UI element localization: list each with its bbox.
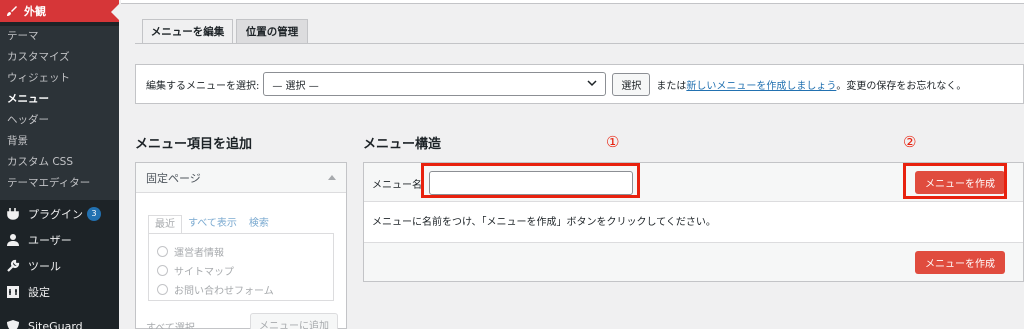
pages-panel: 固定ページ 最近 すべて表示 検索 運営者情報 サイトマップ お問い合わせフォー… (135, 162, 347, 329)
menu-tools-label: ツール (28, 260, 61, 273)
appearance-submenu: テーマ カスタマイズ ウィジェット メニュー ヘッダー 背景 カスタム CSS … (0, 26, 119, 200)
user-icon (6, 233, 20, 247)
highlight-box-name-input (421, 163, 640, 198)
save-reminder-text: 。変更の保存をお忘れなく。 (836, 80, 967, 92)
or-text: または (656, 80, 687, 92)
menu-select-value: — 選択 — (272, 80, 319, 92)
current-arrow (111, 4, 119, 20)
submenu-theme-editor[interactable]: テーマエディター (0, 173, 119, 194)
pages-panel-title: 固定ページ (146, 171, 201, 185)
checkbox[interactable] (157, 265, 168, 276)
checkbox[interactable] (157, 246, 168, 257)
menu-select-bar: 編集するメニューを選択: — 選択 — 選択 または 新しいメニューを作成しまし… (135, 64, 1024, 104)
subtab-view-all[interactable]: すべて表示 (182, 215, 243, 233)
list-item[interactable]: お問い合わせフォーム (157, 280, 325, 299)
subtab-recent[interactable]: 最近 (148, 215, 182, 233)
submenu-header[interactable]: ヘッダー (0, 110, 119, 131)
pages-panel-header[interactable]: 固定ページ (136, 163, 346, 193)
highlight-box-create-button (903, 163, 1007, 199)
page-label: お問い合わせフォーム (174, 286, 274, 297)
menu-plugins-label: プラグイン (28, 208, 83, 221)
submenu-themes[interactable]: テーマ (0, 26, 119, 47)
wrench-icon (6, 259, 20, 273)
menu-footer-bar: メニューを作成 (364, 242, 1023, 281)
page-label: サイトマップ (174, 267, 234, 278)
select-menu-label: 編集するメニューを選択: (146, 80, 260, 92)
plugins-update-badge: 3 (87, 207, 101, 221)
create-new-menu-link[interactable]: 新しいメニューを作成しましょう (686, 77, 836, 92)
menu-select-dropdown[interactable]: — 選択 — (263, 72, 607, 96)
checkbox[interactable] (157, 284, 168, 295)
menu-name-label: メニュー名 (372, 180, 422, 191)
chevron-down-icon (587, 79, 597, 90)
add-to-menu-button[interactable]: メニューに追加 (250, 313, 338, 329)
admin-sidebar: 外観 テーマ カスタマイズ ウィジェット メニュー ヘッダー 背景 カスタム C… (0, 0, 119, 329)
annotation-one: ① (606, 133, 620, 151)
paintbrush-icon (6, 5, 18, 17)
submenu-customize[interactable]: カスタマイズ (0, 47, 119, 68)
tab-edit-menus[interactable]: メニューを編集 (142, 19, 233, 44)
menu-tools[interactable]: ツール (0, 254, 119, 278)
menu-plugins[interactable]: プラグイン 3 (0, 202, 119, 226)
annotation-two: ② (903, 133, 917, 151)
plugin-icon (6, 207, 20, 221)
page-label: 運営者情報 (174, 248, 224, 259)
tab-manage-locations[interactable]: 位置の管理 (236, 19, 308, 44)
top-notice-edge (121, 0, 1024, 4)
select-all-link[interactable]: すべて選択 (146, 319, 195, 329)
menu-siteguard[interactable]: SiteGuard (0, 314, 119, 329)
submenu-widgets[interactable]: ウィジェット (0, 68, 119, 89)
menu-settings-label: 設定 (28, 286, 50, 299)
list-item[interactable]: 運営者情報 (157, 242, 325, 261)
select-button[interactable]: 選択 (612, 72, 651, 96)
page-checklist: 運営者情報 サイトマップ お問い合わせフォーム (148, 233, 334, 301)
collapse-arrow-icon[interactable] (328, 175, 336, 180)
menu-settings[interactable]: 設定 (0, 280, 119, 304)
shield-icon (6, 319, 20, 329)
menu-users[interactable]: ユーザー (0, 228, 119, 252)
menu-users-label: ユーザー (28, 234, 72, 247)
pages-subtabs: 最近 すべて表示 検索 (148, 215, 275, 233)
submenu-menus[interactable]: メニュー (0, 89, 119, 110)
menu-structure-title: メニュー構造 (363, 137, 442, 152)
add-menu-items-title: メニュー項目を追加 (135, 137, 253, 152)
settings-icon (6, 285, 20, 299)
menu-siteguard-label: SiteGuard (28, 319, 83, 329)
submenu-custom-css[interactable]: カスタム CSS (0, 152, 119, 173)
instruction-text: メニューに名前をつけ、「メニューを作成」ボタンをクリックしてください。 (372, 217, 716, 228)
create-menu-button-bottom[interactable]: メニューを作成 (915, 251, 1005, 274)
subtab-search[interactable]: 検索 (243, 215, 275, 233)
submenu-background[interactable]: 背景 (0, 131, 119, 152)
tab-divider (135, 43, 1024, 44)
menu-appearance[interactable]: 外観 (0, 0, 119, 22)
menu-appearance-label: 外観 (24, 5, 46, 18)
list-item[interactable]: サイトマップ (157, 261, 325, 280)
